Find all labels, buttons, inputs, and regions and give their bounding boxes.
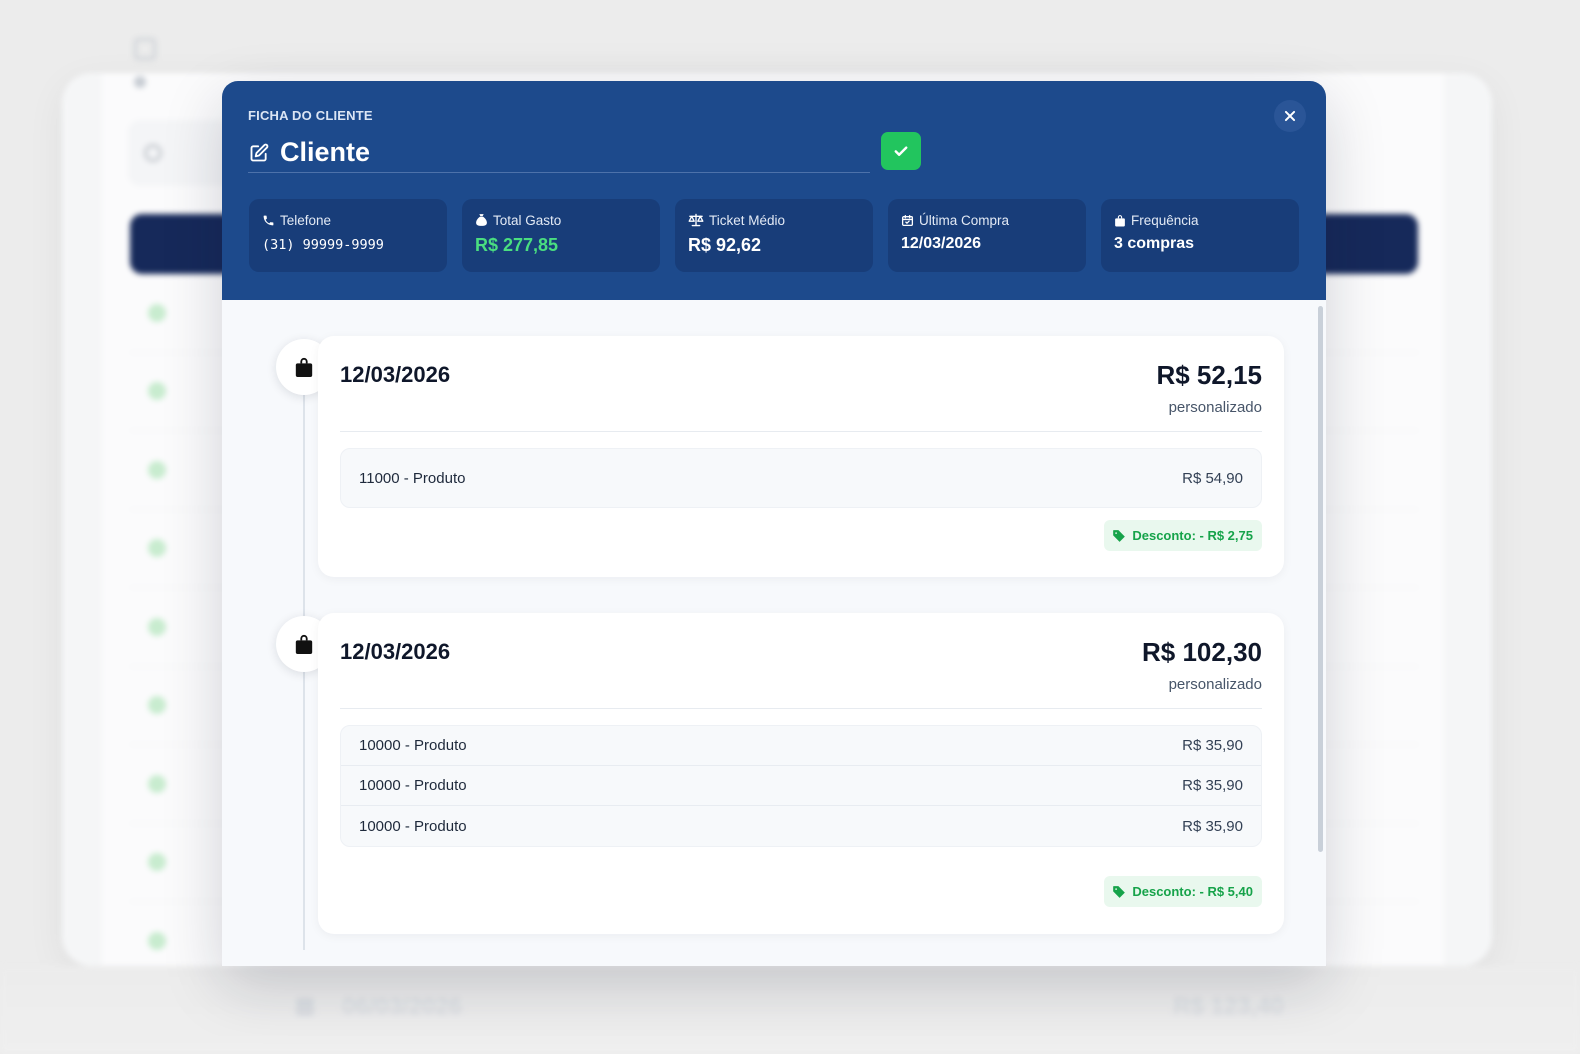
purchase-history[interactable]: 12/03/2026 R$ 52,15 personalizado 11000 …: [222, 300, 1326, 966]
order-items: 10000 - Produto R$ 35,90 10000 - Produto…: [340, 725, 1262, 847]
discount-text: Desconto: - R$ 5,40: [1132, 884, 1253, 899]
order-total: R$ 52,15: [1156, 360, 1262, 390]
item-price: R$ 35,90: [1182, 817, 1243, 835]
discount-badge: Desconto: - R$ 5,40: [1104, 876, 1262, 907]
client-name[interactable]: Cliente: [280, 137, 370, 168]
order-type: personalizado: [1168, 399, 1262, 416]
item-name: 10000 - Produto: [359, 817, 467, 835]
order-type: personalizado: [1168, 676, 1262, 693]
phone-icon: [263, 215, 274, 225]
background-title: [134, 38, 156, 60]
stat-value: R$ 92,62: [688, 235, 762, 255]
order-date: 12/03/2026: [340, 362, 451, 387]
divider: [340, 708, 1262, 709]
client-stats: Telefone (31) 99999-9999 Total Gasto R$ …: [249, 199, 1299, 272]
background-search-icon: [144, 144, 162, 162]
item-name: 10000 - Produto: [359, 777, 467, 794]
divider: [340, 431, 1262, 432]
scale-icon: [688, 213, 704, 227]
item-price: R$ 35,90: [1182, 777, 1243, 794]
check-icon: [894, 146, 908, 156]
order-item: 11000 - Produto R$ 54,90: [341, 449, 1261, 507]
tag-icon: [1113, 529, 1126, 542]
shopping-bag-icon: [1115, 214, 1125, 226]
save-name-button[interactable]: [881, 132, 921, 170]
order-date: 06/03/2026: [342, 993, 463, 1020]
stat-telefone: Telefone (31) 99999-9999: [249, 199, 447, 272]
order-total: R$ 102,30: [1142, 637, 1262, 667]
stat-label: Ticket Médio: [709, 212, 786, 228]
discount-badge: Desconto: - R$ 2,75: [1104, 520, 1262, 551]
shopping-bag-icon: [296, 998, 314, 1016]
close-icon: [1284, 110, 1296, 122]
stat-label: Telefone: [280, 212, 332, 228]
order-total: R$ 123,40: [1173, 993, 1284, 1020]
tag-icon: [1113, 885, 1126, 898]
scrollbar[interactable]: [1318, 306, 1323, 852]
background-title-icon: [134, 38, 156, 60]
stat-label: Frequência: [1131, 212, 1199, 228]
item-price: R$ 54,90: [1182, 469, 1243, 487]
item-name: 10000 - Produto: [359, 737, 467, 754]
shopping-bag-icon: [295, 634, 313, 654]
close-button[interactable]: [1274, 100, 1306, 132]
stat-frequencia: Frequência 3 compras: [1101, 199, 1299, 272]
edit-icon: [248, 142, 270, 164]
order-card: 12/03/2026 R$ 102,30 personalizado 10000…: [318, 613, 1284, 934]
order-item: 10000 - Produto R$ 35,90: [341, 806, 1261, 846]
modal-eyebrow: FICHA DO CLIENTE: [248, 108, 373, 123]
timeline-order-3: 06/03/2026 R$ 123,40: [276, 982, 1284, 1032]
client-name-field[interactable]: Cliente: [248, 133, 870, 173]
order-item: 10000 - Produto R$ 35,90: [341, 726, 1261, 766]
stat-value: R$ 277,85: [475, 235, 559, 255]
order-date: 12/03/2026: [340, 639, 451, 664]
order-items: 11000 - Produto R$ 54,90: [340, 448, 1262, 508]
background-hint: [134, 76, 146, 88]
shopping-bag-icon: [295, 357, 313, 377]
client-modal: FICHA DO CLIENTE Cliente Telefone (31) 9…: [222, 81, 1326, 966]
stat-label: Total Gasto: [493, 212, 562, 228]
discount-text: Desconto: - R$ 2,75: [1132, 528, 1253, 543]
stat-ticket-medio: Ticket Médio R$ 92,62: [675, 199, 873, 272]
modal-header: FICHA DO CLIENTE Cliente Telefone (31) 9…: [222, 81, 1326, 300]
stat-value: 12/03/2026: [901, 235, 982, 252]
item-price: R$ 35,90: [1182, 737, 1243, 754]
background-hint-dot: [134, 76, 146, 88]
money-bag-icon: [476, 214, 487, 226]
stat-total-gasto: Total Gasto R$ 277,85: [462, 199, 660, 272]
stat-ultima-compra: Última Compra 12/03/2026: [888, 199, 1086, 272]
stat-label: Última Compra: [919, 212, 1010, 228]
item-name: 11000 - Produto: [359, 469, 466, 487]
stat-value: 3 compras: [1114, 235, 1195, 252]
order-card: 12/03/2026 R$ 52,15 personalizado 11000 …: [318, 336, 1284, 577]
order-item: 10000 - Produto R$ 35,90: [341, 766, 1261, 806]
calendar-check-icon: [901, 214, 914, 226]
stat-value: (31) 99999-9999: [262, 237, 384, 253]
